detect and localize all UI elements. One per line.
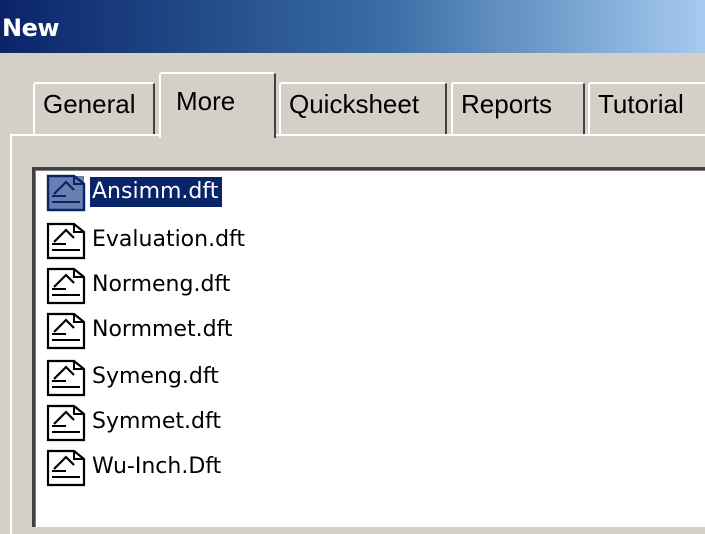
template-file-icon [44, 220, 88, 260]
file-name: Symmet.dft [92, 409, 221, 434]
tab-label: More [176, 86, 236, 116]
tab-label: Quicksheet [289, 89, 420, 119]
list-item-normeng[interactable]: Normeng.dft [44, 265, 234, 305]
tab-quicksheet[interactable]: Quicksheet [279, 82, 447, 136]
tab-label: Tutorial [598, 89, 684, 119]
template-file-icon [44, 357, 88, 397]
tab-strip: General More Quicksheet Reports Tutorial [0, 0, 705, 140]
list-item-symeng[interactable]: Symeng.dft [44, 357, 223, 397]
list-item-normmet[interactable]: Normmet.dft [44, 310, 237, 350]
file-name: Ansimm.dft [90, 177, 223, 207]
template-file-icon [44, 402, 88, 442]
file-name: Evaluation.dft [92, 227, 246, 252]
template-file-icon [44, 447, 88, 487]
list-item-wu-inch[interactable]: Wu-Inch.Dft [44, 447, 225, 487]
template-file-icon [44, 265, 88, 305]
list-item-evaluation[interactable]: Evaluation.dft [44, 220, 249, 260]
file-name: Wu-Inch.Dft [92, 454, 222, 479]
tab-label: Reports [461, 89, 553, 119]
file-name: Normmet.dft [92, 317, 233, 342]
file-name: Symeng.dft [92, 364, 219, 389]
file-name: Normeng.dft [92, 272, 231, 297]
list-item-ansimm[interactable]: Ansimm.dft [44, 172, 223, 212]
tab-label: General [43, 89, 136, 119]
list-item-symmet[interactable]: Symmet.dft [44, 402, 225, 442]
tab-more[interactable]: More [159, 72, 276, 138]
tab-general[interactable]: General [33, 82, 155, 136]
tab-tutorial[interactable]: Tutorial [588, 82, 705, 136]
template-file-icon [46, 174, 86, 212]
template-file-icon [44, 310, 88, 350]
tab-reports[interactable]: Reports [451, 82, 585, 136]
